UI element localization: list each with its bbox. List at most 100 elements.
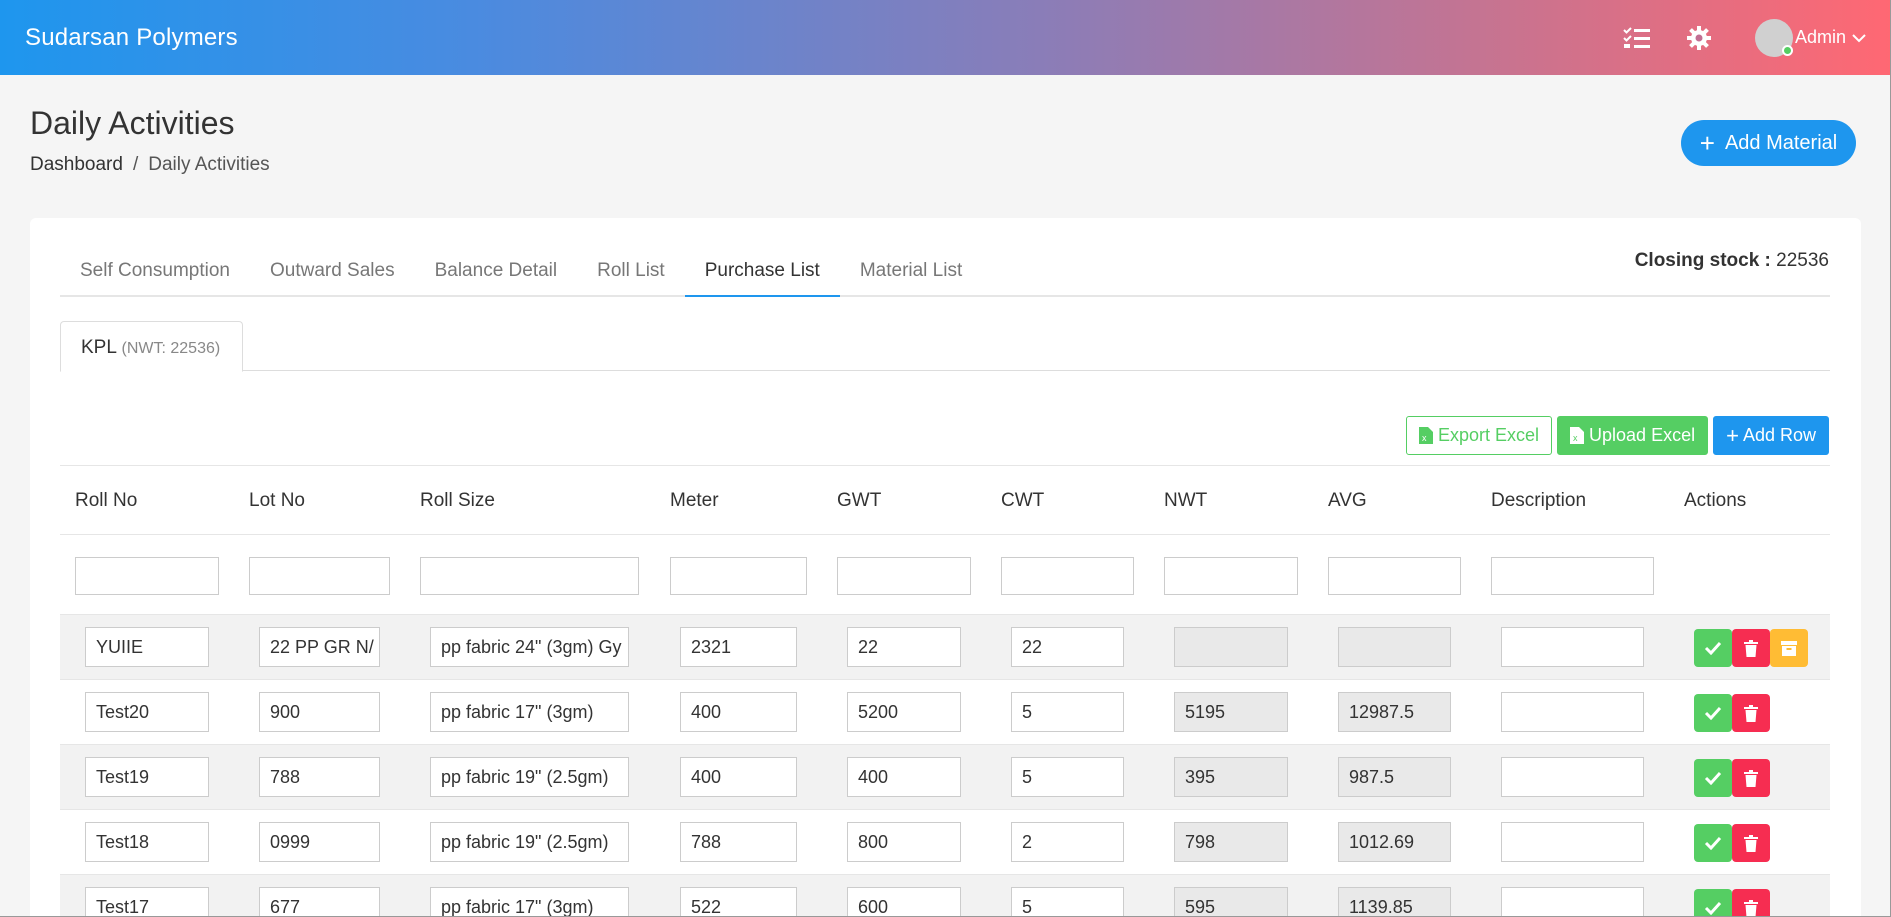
delete-row-button[interactable] xyxy=(1732,759,1770,797)
roll-size-select[interactable]: pp fabric 19" (2.5gm) xyxy=(430,757,629,797)
nwt-value xyxy=(1174,627,1288,667)
filter-description[interactable] xyxy=(1491,557,1654,595)
column-meter[interactable]: Meter xyxy=(670,490,719,512)
trash-icon xyxy=(1744,769,1758,787)
cwt-input[interactable]: 22 xyxy=(1011,627,1124,667)
delete-row-button[interactable] xyxy=(1732,629,1770,667)
roll-no-input[interactable]: Test19 xyxy=(85,757,209,797)
tab-roll-list[interactable]: Roll List xyxy=(577,252,685,297)
add-row-button[interactable]: + Add Row xyxy=(1713,416,1829,455)
add-material-button[interactable]: + Add Material xyxy=(1681,120,1856,166)
roll-no-input[interactable]: Test20 xyxy=(85,692,209,732)
breadcrumb-dashboard[interactable]: Dashboard xyxy=(30,154,123,176)
save-row-button[interactable] xyxy=(1694,759,1732,797)
column-roll-no[interactable]: Roll No xyxy=(75,490,137,512)
cwt-input[interactable]: 2 xyxy=(1011,822,1124,862)
tab-outward-sales[interactable]: Outward Sales xyxy=(250,252,415,297)
lot-no-input[interactable]: 788 xyxy=(259,757,380,797)
filter-lot-no[interactable] xyxy=(249,557,390,595)
checklist-icon[interactable] xyxy=(1621,22,1653,54)
closing-stock-value: 22536 xyxy=(1776,250,1829,271)
roll-size-select[interactable]: pp fabric 19" (2.5gm) xyxy=(430,822,629,862)
gwt-input[interactable]: 5200 xyxy=(847,692,961,732)
save-row-button[interactable] xyxy=(1694,629,1732,667)
user-menu[interactable]: Admin xyxy=(1754,18,1866,57)
svg-text:x: x xyxy=(1422,433,1427,443)
purchase-table: Roll No Lot No Roll Size Meter GWT CWT N… xyxy=(60,465,1830,917)
delete-row-button[interactable] xyxy=(1732,694,1770,732)
delete-row-button[interactable] xyxy=(1732,824,1770,862)
roll-size-select[interactable]: pp fabric 24" (3gm) Gy xyxy=(430,627,629,667)
meter-input[interactable]: 400 xyxy=(680,692,797,732)
page-title: Daily Activities xyxy=(30,105,235,141)
column-nwt[interactable]: NWT xyxy=(1164,490,1207,512)
tab-material-list[interactable]: Material List xyxy=(840,252,982,297)
description-input[interactable] xyxy=(1501,692,1644,732)
filter-avg[interactable] xyxy=(1328,557,1461,595)
check-icon xyxy=(1704,836,1722,850)
filter-nwt[interactable] xyxy=(1164,557,1298,595)
cwt-input[interactable]: 5 xyxy=(1011,692,1124,732)
gwt-input[interactable]: 800 xyxy=(847,822,961,862)
filter-gwt[interactable] xyxy=(837,557,971,595)
check-icon xyxy=(1704,641,1722,655)
lot-no-input[interactable]: 0999 xyxy=(259,822,380,862)
lot-no-input[interactable]: 22 PP GR N/ xyxy=(259,627,380,667)
roll-size-select[interactable]: pp fabric 17" (3gm) xyxy=(430,692,629,732)
check-icon xyxy=(1704,706,1722,720)
roll-size-select[interactable]: pp fabric 17" (3gm) xyxy=(430,887,629,917)
plus-icon: + xyxy=(1726,422,1739,448)
roll-no-input[interactable]: YUIIE xyxy=(85,627,209,667)
meter-input[interactable]: 788 xyxy=(680,822,797,862)
table-row: Test17 677 pp fabric 17" (3gm) 522 600 5… xyxy=(60,875,1830,917)
description-input[interactable] xyxy=(1501,822,1644,862)
save-row-button[interactable] xyxy=(1694,694,1732,732)
description-input[interactable] xyxy=(1501,887,1644,917)
column-cwt[interactable]: CWT xyxy=(1001,490,1044,512)
gwt-input[interactable]: 600 xyxy=(847,887,961,917)
tab-self-consumption[interactable]: Self Consumption xyxy=(60,252,250,297)
roll-no-input[interactable]: Test18 xyxy=(85,822,209,862)
description-input[interactable] xyxy=(1501,627,1644,667)
cwt-input[interactable]: 5 xyxy=(1011,887,1124,917)
filter-roll-size[interactable] xyxy=(420,557,639,595)
breadcrumb-separator: / xyxy=(132,154,139,175)
column-gwt[interactable]: GWT xyxy=(837,490,881,512)
lot-no-input[interactable]: 900 xyxy=(259,692,380,732)
closing-stock-label: Closing stock : xyxy=(1634,250,1771,271)
gwt-input[interactable]: 400 xyxy=(847,757,961,797)
activity-tabs: Self Consumption Outward Sales Balance D… xyxy=(60,252,1830,297)
lot-no-input[interactable]: 677 xyxy=(259,887,380,917)
archive-row-button[interactable] xyxy=(1770,629,1808,667)
gwt-input[interactable]: 22 xyxy=(847,627,961,667)
column-description[interactable]: Description xyxy=(1491,490,1586,512)
filter-row xyxy=(60,535,1830,615)
column-roll-size[interactable]: Roll Size xyxy=(420,490,495,512)
nwt-value: 395 xyxy=(1174,757,1288,797)
meter-input[interactable]: 522 xyxy=(680,887,797,917)
filter-cwt[interactable] xyxy=(1001,557,1134,595)
gear-icon[interactable] xyxy=(1683,22,1715,54)
avg-value: 12987.5 xyxy=(1338,692,1451,732)
save-row-button[interactable] xyxy=(1694,824,1732,862)
subtab-kpl[interactable]: KPL (NWT: 22536) xyxy=(60,321,243,372)
tab-balance-detail[interactable]: Balance Detail xyxy=(415,252,578,297)
filter-roll-no[interactable] xyxy=(75,557,219,595)
table-row: Test20 900 pp fabric 17" (3gm) 400 5200 … xyxy=(60,680,1830,745)
meter-input[interactable]: 400 xyxy=(680,757,797,797)
upload-excel-button[interactable]: x Upload Excel xyxy=(1557,416,1709,455)
column-avg[interactable]: AVG xyxy=(1328,490,1367,512)
meter-input[interactable]: 2321 xyxy=(680,627,797,667)
tab-purchase-list[interactable]: Purchase List xyxy=(684,252,840,297)
top-navbar: Sudarsan Polymers Admin xyxy=(0,0,1891,75)
description-input[interactable] xyxy=(1501,757,1644,797)
roll-no-input[interactable]: Test17 xyxy=(85,887,209,917)
brand-name[interactable]: Sudarsan Polymers xyxy=(25,24,238,52)
save-row-button[interactable] xyxy=(1694,889,1732,917)
delete-row-button[interactable] xyxy=(1732,889,1770,917)
check-icon xyxy=(1704,901,1722,915)
export-excel-button[interactable]: x Export Excel xyxy=(1405,416,1553,455)
filter-meter[interactable] xyxy=(670,557,807,595)
cwt-input[interactable]: 5 xyxy=(1011,757,1124,797)
column-lot-no[interactable]: Lot No xyxy=(249,490,305,512)
